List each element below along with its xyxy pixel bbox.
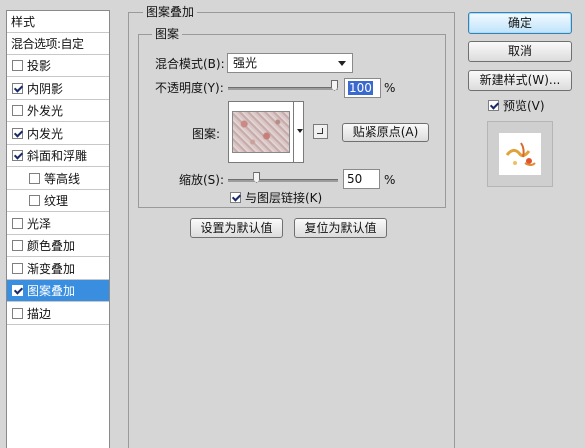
ok-button[interactable]: 确定 [468, 12, 572, 34]
style-item-checkbox[interactable] [12, 240, 23, 251]
style-item[interactable]: 光泽 [7, 213, 109, 235]
preview-art [505, 142, 536, 166]
pattern-label: 图案: [192, 127, 221, 141]
pattern-picker[interactable] [228, 101, 304, 163]
style-item-checkbox[interactable] [29, 172, 40, 184]
style-item-checkbox[interactable] [12, 217, 23, 229]
style-item-label: 图案叠加 [27, 284, 76, 298]
opacity-unit: % [384, 81, 396, 95]
style-item-checkbox[interactable] [12, 307, 23, 319]
style-item-label: 等高线 [44, 171, 81, 186]
scale-label: 缩放(S): [179, 173, 225, 187]
style-item-checkbox[interactable] [12, 82, 23, 94]
style-item[interactable]: 投影 [7, 55, 109, 77]
style-item[interactable]: 外发光 [7, 100, 109, 122]
style-item-checkbox[interactable] [12, 150, 23, 161]
preview-checkbox[interactable]: 预览(V) [488, 97, 545, 114]
styles-header[interactable]: 样式 [7, 11, 109, 33]
style-item-label: 内发光 [27, 126, 64, 141]
snap-to-origin-button[interactable]: 贴紧原点(A) [342, 123, 429, 142]
blend-mode-value: 强光 [233, 56, 258, 70]
style-item-label: 外发光 [27, 104, 64, 118]
style-item-checkbox[interactable] [29, 195, 40, 206]
style-item[interactable]: 等高线 [7, 168, 109, 190]
style-item-label: 渐变叠加 [27, 261, 76, 276]
blend-options-item[interactable]: 混合选项:自定 [7, 33, 109, 55]
scale-value: 50 [347, 172, 363, 186]
styles-header-label: 样式 [11, 15, 36, 29]
new-preset-icon[interactable] [313, 124, 328, 139]
style-item[interactable]: 图案叠加 [7, 280, 109, 302]
pattern-group-title: 图案 [152, 27, 183, 41]
style-item[interactable]: 渐变叠加 [7, 258, 109, 280]
link-with-layer-check[interactable] [230, 192, 241, 203]
style-item-checkbox[interactable] [12, 285, 23, 296]
opacity-input[interactable]: 100 [344, 78, 381, 98]
style-item-checkbox[interactable] [12, 60, 23, 71]
style-item-label: 颜色叠加 [27, 239, 76, 253]
blend-options-label: 混合选项:自定 [11, 37, 84, 51]
preview-thumbnail [499, 133, 541, 175]
style-item-label: 描边 [27, 306, 52, 321]
pattern-swatch [232, 111, 290, 153]
chevron-down-icon[interactable] [297, 129, 303, 133]
preview-label: 预览(V) [503, 99, 545, 113]
style-preview [487, 121, 553, 187]
cancel-button[interactable]: 取消 [468, 41, 572, 62]
style-item[interactable]: 斜面和浮雕 [7, 145, 109, 167]
style-item-checkbox[interactable] [12, 127, 23, 139]
style-list: 样式 混合选项:自定 投影内阴影外发光内发光斜面和浮雕等高线纹理光泽颜色叠加渐变… [6, 10, 110, 448]
style-item-label: 内阴影 [27, 81, 64, 96]
style-item[interactable]: 颜色叠加 [7, 235, 109, 257]
chevron-down-icon [338, 61, 346, 66]
opacity-slider-track[interactable] [228, 87, 338, 90]
set-default-button[interactable]: 设置为默认值 [190, 218, 283, 238]
style-item-label: 光泽 [27, 216, 52, 231]
new-style-button[interactable]: 新建样式(W)... [468, 70, 572, 91]
style-item-label: 纹理 [44, 194, 69, 208]
style-item-checkbox[interactable] [12, 105, 23, 116]
blend-mode-label: 混合模式(B): [155, 57, 225, 71]
reset-default-button[interactable]: 复位为默认值 [294, 218, 387, 238]
blend-mode-select[interactable]: 强光 [227, 53, 353, 73]
opacity-label: 不透明度(Y): [155, 81, 224, 95]
preview-check[interactable] [488, 100, 499, 111]
link-with-layer-checkbox[interactable]: 与图层链接(K) [230, 189, 322, 206]
style-item[interactable]: 描边 [7, 303, 109, 325]
style-item-label: 斜面和浮雕 [27, 149, 88, 163]
link-with-layer-label: 与图层链接(K) [245, 191, 323, 205]
style-item[interactable]: 内阴影 [7, 78, 109, 100]
style-item-label: 投影 [27, 59, 52, 73]
style-item-checkbox[interactable] [12, 262, 23, 274]
pattern-overlay-title: 图案叠加 [143, 5, 198, 19]
scale-unit: % [384, 173, 396, 187]
opacity-value: 100 [348, 81, 373, 95]
style-item[interactable]: 内发光 [7, 123, 109, 145]
scale-slider-track[interactable] [228, 179, 338, 182]
pattern-divider [293, 102, 294, 162]
scale-input[interactable]: 50 [343, 169, 380, 189]
style-item[interactable]: 纹理 [7, 190, 109, 212]
